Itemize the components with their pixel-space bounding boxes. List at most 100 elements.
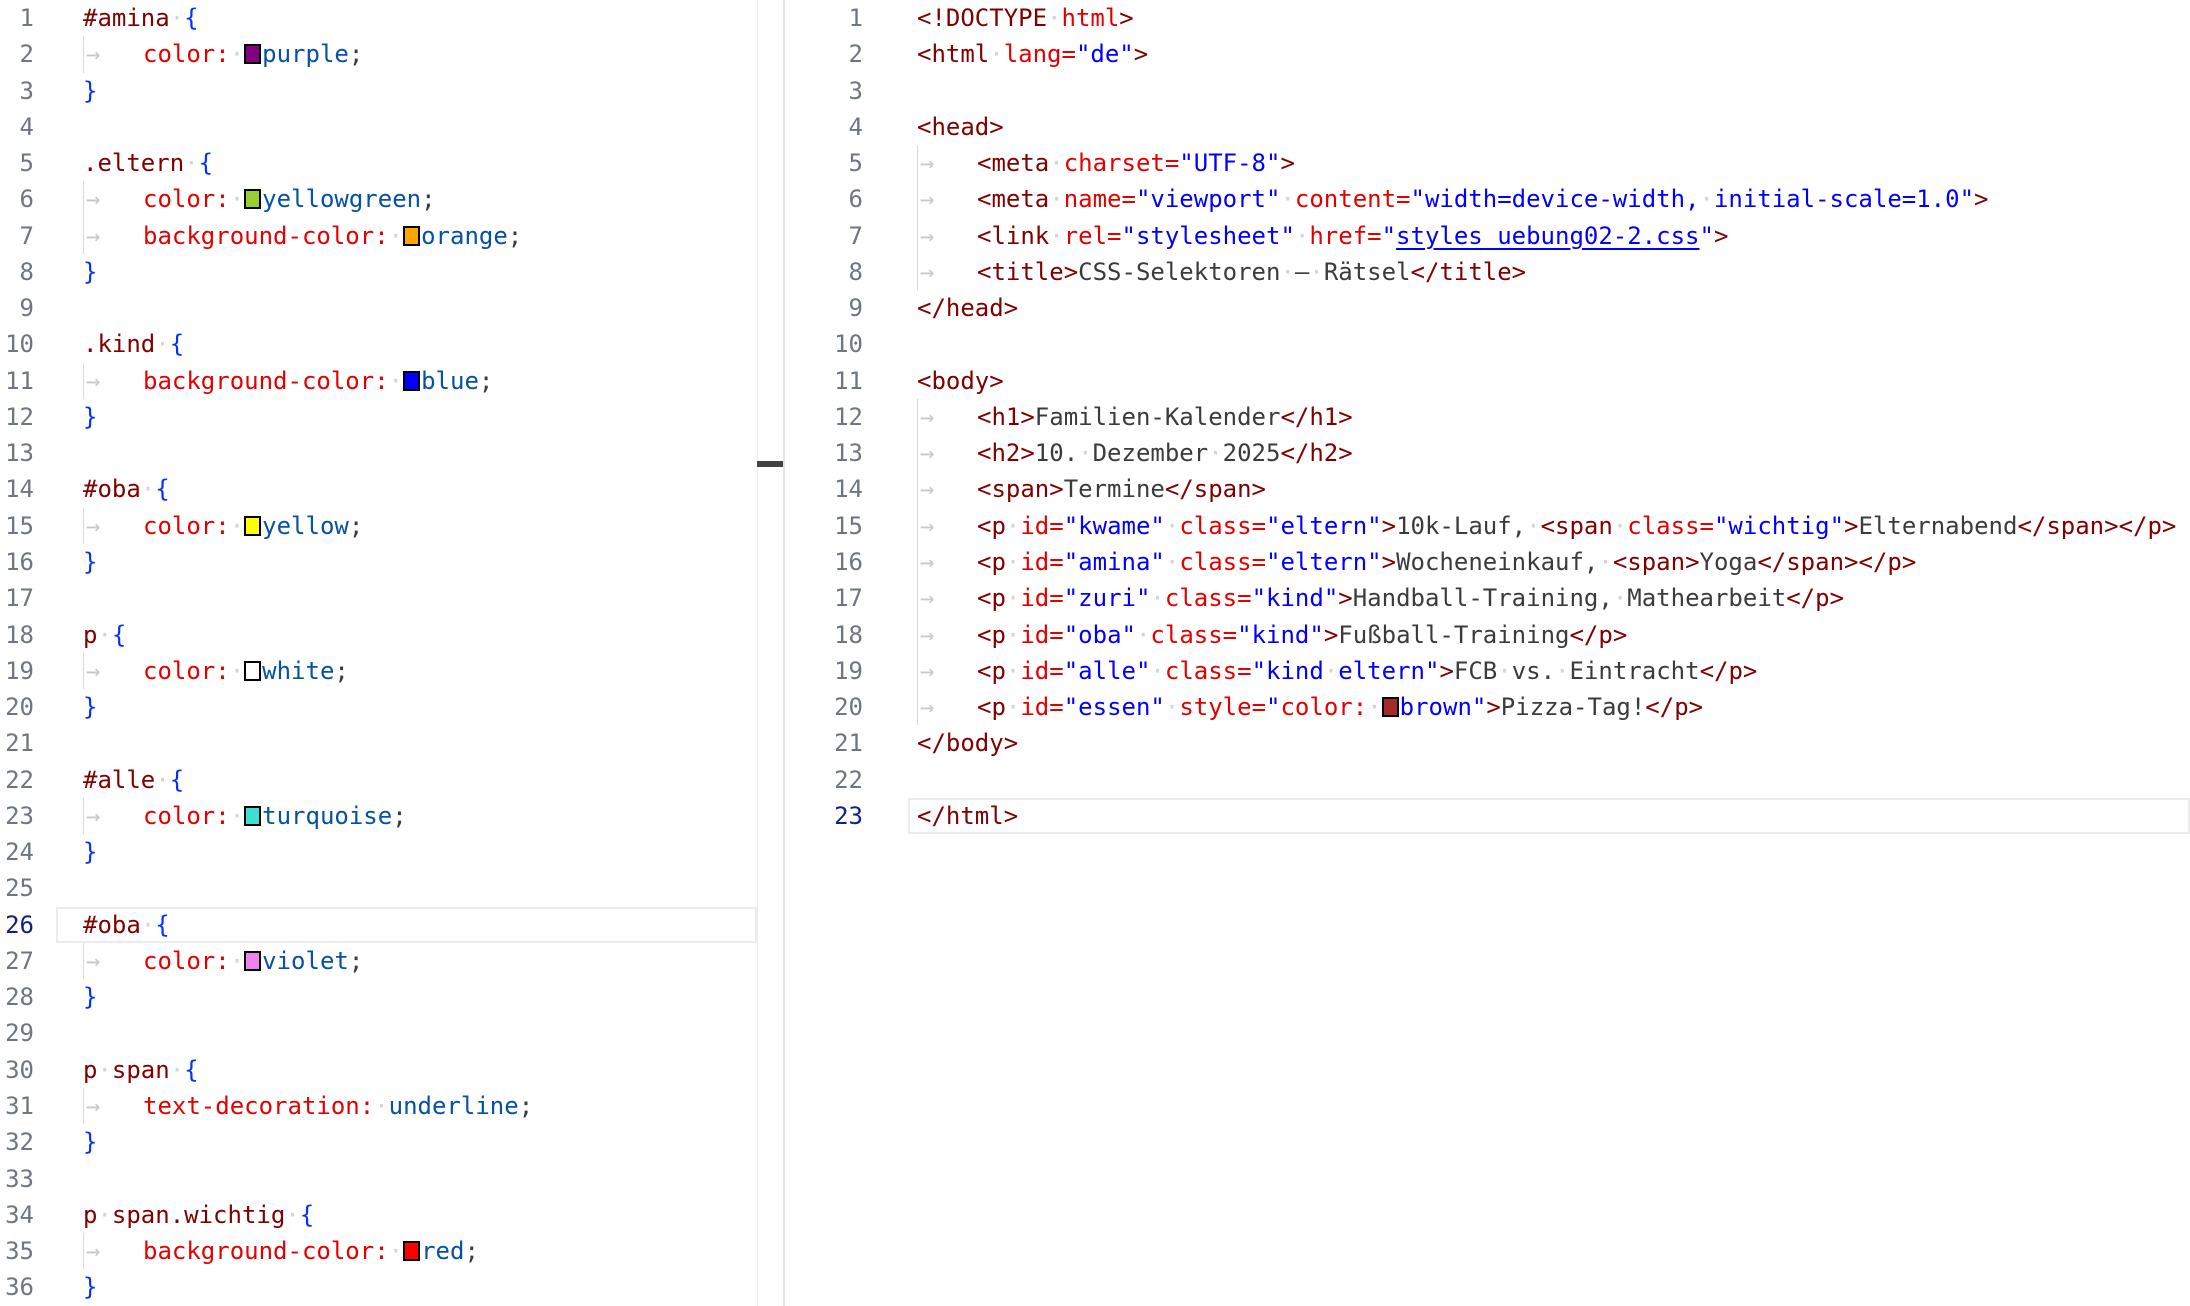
code-line-content: } [83, 73, 97, 109]
code-line[interactable]: 2→color:·purple; [0, 36, 783, 72]
code-line[interactable]: 4<head> [785, 109, 2190, 145]
code-token: " [1266, 693, 1280, 721]
code-line[interactable]: 7→background-color:·orange; [0, 218, 783, 254]
code-line[interactable]: 3} [0, 73, 783, 109]
code-token: #alle· [83, 766, 170, 794]
code-line[interactable]: 30p·span·{ [0, 1052, 783, 1088]
code-line[interactable]: 29 [0, 1015, 783, 1051]
code-token: </head> [917, 294, 1018, 322]
code-line[interactable]: 14→<span>Termine</span> [785, 471, 2190, 507]
code-line[interactable]: 23→color:·turquoise; [0, 798, 783, 834]
code-token: <!DOCTYPE· [917, 4, 1062, 32]
code-line[interactable]: 22 [785, 762, 2190, 798]
code-line[interactable]: 23</html> [785, 798, 2190, 834]
color-swatch[interactable] [403, 371, 420, 391]
code-line[interactable]: 10.kind·{ [0, 326, 783, 362]
css-editor[interactable]: 1#amina·{2→color:·purple;3}45.eltern·{6→… [0, 0, 783, 1306]
code-line[interactable]: 21</body> [785, 725, 2190, 761]
code-token: "kind" [1252, 584, 1339, 612]
code-token: name= [1064, 185, 1136, 213]
line-number: 19 [0, 653, 56, 689]
code-line-content: } [83, 544, 97, 580]
code-line[interactable]: 11<body> [785, 363, 2190, 399]
code-line[interactable]: 22#alle·{ [0, 762, 783, 798]
space-whitespace-dot: · [1006, 584, 1020, 612]
stylesheet-link[interactable]: styles_uebung02-2.css [1396, 222, 1699, 250]
color-swatch[interactable] [403, 226, 420, 246]
code-line[interactable]: 34p·span.wichtig·{ [0, 1197, 783, 1233]
tab-whitespace-icon: → [917, 617, 977, 653]
code-line[interactable]: 21 [0, 725, 783, 761]
code-line[interactable]: 7→<link·rel="stylesheet"·href="styles_ue… [785, 218, 2190, 254]
code-line[interactable]: 8→<title>CSS-Selektoren·–·Rätsel</title> [785, 254, 2190, 290]
code-line[interactable]: 13→<h2>10.·Dezember·2025</h2> [785, 435, 2190, 471]
code-line[interactable]: 17→<p·id="zuri"·class="kind">Handball-Tr… [785, 580, 2190, 616]
code-line[interactable]: 4 [0, 109, 783, 145]
code-line[interactable]: 15→color:·yellow; [0, 508, 783, 544]
code-token: "kind" [1237, 621, 1324, 649]
code-token: orange [421, 222, 508, 250]
code-line[interactable]: 20→<p·id="essen"·style="color:·brown">Pi… [785, 689, 2190, 725]
code-line[interactable]: 33 [0, 1161, 783, 1197]
code-line[interactable]: 9 [0, 290, 783, 326]
code-line[interactable]: 11→background-color:·blue; [0, 363, 783, 399]
code-line[interactable]: 31→text-decoration:·underline; [0, 1088, 783, 1124]
code-line[interactable]: 2<html·lang="de"> [785, 36, 2190, 72]
code-line[interactable]: 27→color:·violet; [0, 943, 783, 979]
space-whitespace-dot: · [1006, 693, 1020, 721]
code-line[interactable]: 32} [0, 1124, 783, 1160]
space-whitespace-dot: · [230, 512, 244, 540]
line-number: 13 [0, 435, 56, 471]
html-editor[interactable]: 1<!DOCTYPE·html>2<html·lang="de">34<head… [785, 0, 2190, 1306]
code-line[interactable]: 13 [0, 435, 783, 471]
color-swatch[interactable] [244, 661, 261, 681]
color-swatch[interactable] [244, 516, 261, 536]
overview-ruler[interactable] [757, 0, 758, 1306]
line-number: 30 [0, 1052, 56, 1088]
code-line[interactable]: 17 [0, 580, 783, 616]
code-line[interactable]: 16} [0, 544, 783, 580]
code-line[interactable]: 15→<p·id="kwame"·class="eltern">10k-Lauf… [785, 508, 2190, 544]
code-line[interactable]: 12→<h1>Familien-Kalender</h1> [785, 399, 2190, 435]
code-line[interactable]: 25 [0, 870, 783, 906]
color-swatch[interactable] [244, 951, 261, 971]
code-line[interactable]: 18→<p·id="oba"·class="kind">Fußball-Trai… [785, 617, 2190, 653]
code-line[interactable]: 3 [785, 73, 2190, 109]
code-line[interactable]: 8} [0, 254, 783, 290]
line-number: 22 [785, 762, 908, 798]
code-line[interactable]: 1<!DOCTYPE·html> [785, 0, 2190, 36]
code-line[interactable]: 5.eltern·{ [0, 145, 783, 181]
code-line[interactable]: 10 [785, 326, 2190, 362]
code-token: <span> [977, 475, 1064, 503]
code-line[interactable]: 24} [0, 834, 783, 870]
code-line[interactable]: 6→color:·yellowgreen; [0, 181, 783, 217]
code-line[interactable]: 18p·{ [0, 617, 783, 653]
code-line[interactable]: 14#oba·{ [0, 471, 783, 507]
color-swatch[interactable] [244, 189, 261, 209]
color-swatch[interactable] [244, 806, 261, 826]
code-line[interactable]: 12} [0, 399, 783, 435]
code-line[interactable]: 36} [0, 1269, 783, 1305]
color-swatch[interactable] [1382, 697, 1399, 717]
code-token: Familien-Kalender [1035, 403, 1281, 431]
code-line[interactable]: 5→<meta·charset="UTF-8"> [785, 145, 2190, 181]
color-swatch[interactable] [403, 1241, 420, 1261]
code-line[interactable]: 28} [0, 979, 783, 1015]
color-swatch[interactable] [244, 44, 261, 64]
overview-ruler-cursor-marker [757, 461, 783, 467]
code-line[interactable]: 35→background-color:·red; [0, 1233, 783, 1269]
space-whitespace-dot: · [1165, 512, 1179, 540]
code-line[interactable]: 1#amina·{ [0, 0, 783, 36]
code-line[interactable]: 19→<p·id="alle"·class="kind·eltern">FCB·… [785, 653, 2190, 689]
code-line[interactable]: 6→<meta·name="viewport"·content="width=d… [785, 181, 2190, 217]
code-line[interactable]: 26#oba·{ [0, 907, 783, 943]
code-line[interactable]: 20} [0, 689, 783, 725]
tab-whitespace-icon: → [917, 689, 977, 725]
code-line[interactable]: 9</head> [785, 290, 2190, 326]
space-whitespace-dot: · [374, 1092, 388, 1120]
code-line[interactable]: 16→<p·id="amina"·class="eltern">Wochenei… [785, 544, 2190, 580]
space-whitespace-dot: · [1150, 584, 1164, 612]
code-line-content: →<meta·name="viewport"·content="width=de… [917, 181, 1988, 217]
code-line[interactable]: 19→color:·white; [0, 653, 783, 689]
code-token: </span> [1165, 475, 1266, 503]
